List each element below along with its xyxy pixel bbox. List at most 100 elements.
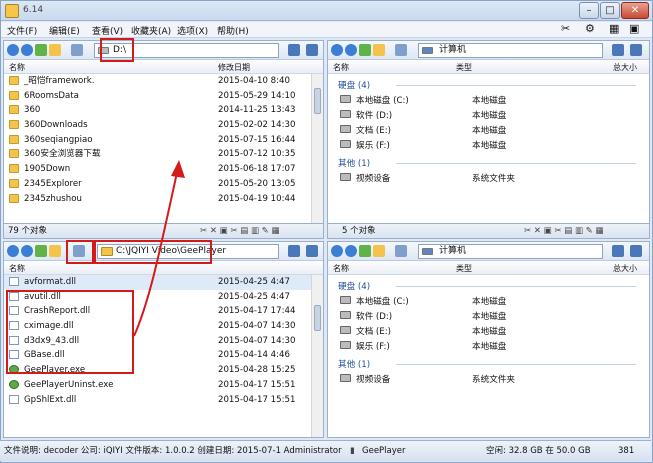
minimize-button[interactable]: – xyxy=(579,2,599,19)
col-size[interactable]: 总大小 xyxy=(613,62,637,73)
drive-icon xyxy=(340,374,351,382)
object-count: 5 个对象 xyxy=(342,226,376,236)
list-item[interactable]: _昭恺framework. 2015-04-10 8:40 xyxy=(4,74,311,89)
forward-icon[interactable] xyxy=(345,44,357,56)
toolbar-icons[interactable]: ✂ ✕ ▣ ✂ ▤ ▥ ✎ ▦ xyxy=(200,224,280,238)
grid-view-icon[interactable] xyxy=(612,245,624,257)
toolbar-bottom-right: 计算机 xyxy=(328,242,649,261)
grid-view-icon[interactable] xyxy=(288,44,300,56)
up-icon[interactable] xyxy=(359,245,371,257)
drive-name: 本地磁盘 (C:) xyxy=(356,96,409,106)
menu-file[interactable]: 文件(F) xyxy=(7,24,37,37)
status-top-left: 79 个对象 ✂ ✕ ▣ ✂ ▤ ▥ ✎ ▦ xyxy=(3,223,324,239)
grid-view-icon[interactable] xyxy=(288,245,300,257)
drive-icon xyxy=(340,125,351,133)
address-bar[interactable]: 计算机 xyxy=(418,244,603,259)
view-mode-icon[interactable] xyxy=(395,245,407,257)
nav-icon[interactable] xyxy=(306,245,318,257)
col-type[interactable]: 类型 xyxy=(456,62,472,73)
forward-icon[interactable] xyxy=(21,44,33,56)
menu-help[interactable]: 帮助(H) xyxy=(217,24,249,37)
group-hdd[interactable]: 硬盘 (4) xyxy=(338,79,637,91)
forward-icon[interactable] xyxy=(345,245,357,257)
file-date: 2015-04-25 4:47 xyxy=(218,277,290,287)
back-icon[interactable] xyxy=(7,245,19,257)
nav-icon[interactable] xyxy=(306,44,318,56)
drive-type: 本地磁盘 xyxy=(472,141,507,151)
file-date: 2015-05-29 14:10 xyxy=(218,90,296,101)
up-icon[interactable] xyxy=(359,44,371,56)
col-date[interactable]: 修改日期 xyxy=(218,62,250,73)
file-name: 360seqiangpiao xyxy=(24,134,93,145)
status-top-right: 5 个对象 ✂ ✕ ▣ ✂ ▤ ▥ ✎ ▦ xyxy=(327,223,650,239)
list-item[interactable]: 360Downloads 2015-02-02 14:30 xyxy=(4,118,311,133)
scrollbar[interactable] xyxy=(311,275,323,437)
folder-icon[interactable] xyxy=(49,245,61,257)
back-icon[interactable] xyxy=(331,245,343,257)
list-item[interactable]: avformat.dll 2015-04-25 4:47 xyxy=(4,275,311,290)
list-item[interactable]: 360seqiangpiao 2015-07-15 16:44 xyxy=(4,133,311,148)
back-icon[interactable] xyxy=(331,44,343,56)
address-bar[interactable]: 计算机 xyxy=(418,43,603,58)
drive-icon xyxy=(340,173,351,181)
menu-edit[interactable]: 编辑(E) xyxy=(49,24,80,37)
file-date: 2015-04-25 4:47 xyxy=(218,291,290,302)
group-other[interactable]: 其他 (1) xyxy=(338,157,637,169)
menu-options[interactable]: 选项(X) xyxy=(177,24,208,37)
list-item[interactable]: 360安全浏览器下载 2015-07-12 10:35 xyxy=(4,147,311,162)
file-icon xyxy=(9,394,19,404)
address-text: 计算机 xyxy=(439,45,467,55)
list-item[interactable]: 6RoomsData 2015-05-29 14:10 xyxy=(4,89,311,104)
folder-icon[interactable] xyxy=(373,245,385,257)
grid-view-icon[interactable] xyxy=(612,44,624,56)
col-type[interactable]: 类型 xyxy=(456,263,472,274)
current-path: GeePlayer xyxy=(362,446,406,456)
up-icon[interactable] xyxy=(35,245,47,257)
col-name[interactable]: 名称 xyxy=(333,263,349,274)
folder-icon[interactable] xyxy=(49,44,61,56)
folder-icon[interactable] xyxy=(373,44,385,56)
pane-top-left: D:\ 名称 修改日期 _昭恺framework. 2015-04-10 8:40… xyxy=(3,40,324,236)
folder-icon xyxy=(9,120,19,130)
maximize-button[interactable]: □ xyxy=(600,2,620,19)
view-mode-icon[interactable] xyxy=(395,44,407,56)
nav-icon[interactable] xyxy=(630,44,642,56)
menu-view[interactable]: 查看(V) xyxy=(92,24,123,37)
folder-icon xyxy=(9,193,19,203)
file-info: 文件说明: decoder 公司: iQIYI 文件版本: 1.0.0.2 创建… xyxy=(4,446,344,456)
forward-icon[interactable] xyxy=(21,245,33,257)
view-icon[interactable]: ▦ xyxy=(609,22,619,35)
list-item[interactable]: 2345Explorer 2015-05-20 13:05 xyxy=(4,177,311,192)
nav-icon[interactable] xyxy=(630,245,642,257)
file-date: 2015-02-02 14:30 xyxy=(218,120,296,131)
toolbar-top-right: 计算机 xyxy=(328,41,649,60)
view-mode-icon[interactable] xyxy=(71,44,83,56)
col-name[interactable]: 名称 xyxy=(9,62,25,73)
list-item[interactable]: 1905Down 2015-06-18 17:07 xyxy=(4,162,311,177)
list-item[interactable]: GpShlExt.dll 2015-04-17 15:51 xyxy=(4,393,311,408)
up-icon[interactable] xyxy=(35,44,47,56)
list-item[interactable]: 2345zhushou 2015-04-19 10:44 xyxy=(4,192,311,207)
folder-icon xyxy=(9,90,19,100)
group-hdd[interactable]: 硬盘 (4) xyxy=(338,280,637,292)
address-text: 计算机 xyxy=(439,246,467,256)
back-icon[interactable] xyxy=(7,44,19,56)
col-name[interactable]: 名称 xyxy=(333,62,349,73)
layout-icon[interactable]: ▣ xyxy=(629,22,639,35)
scrollbar[interactable] xyxy=(311,74,323,235)
toolbar-icons[interactable]: ✂ ✕ ▣ ✂ ▤ ▥ ✎ ▦ xyxy=(524,224,604,238)
tool-icon[interactable]: ⚙ xyxy=(585,22,595,35)
folder-icon xyxy=(9,149,19,159)
list-item[interactable]: 360 2014-11-25 13:43 xyxy=(4,103,311,118)
close-button[interactable]: ✕ xyxy=(621,2,649,19)
col-size[interactable]: 总大小 xyxy=(613,263,637,274)
file-date: 2015-06-18 17:07 xyxy=(218,164,296,175)
menu-favorites[interactable]: 收藏夹(A) xyxy=(131,24,171,37)
gear-icon[interactable]: ✂ xyxy=(561,22,570,35)
col-name[interactable]: 名称 xyxy=(9,263,25,274)
drive-name: 本地磁盘 (C:) xyxy=(356,297,409,307)
status-bar: 文件说明: decoder 公司: iQIYI 文件版本: 1.0.0.2 创建… xyxy=(0,440,651,461)
file-date: 2015-04-10 8:40 xyxy=(218,76,290,86)
list-item[interactable]: GeePlayerUninst.exe 2015-04-17 15:51 xyxy=(4,378,311,393)
group-other[interactable]: 其他 (1) xyxy=(338,358,637,370)
